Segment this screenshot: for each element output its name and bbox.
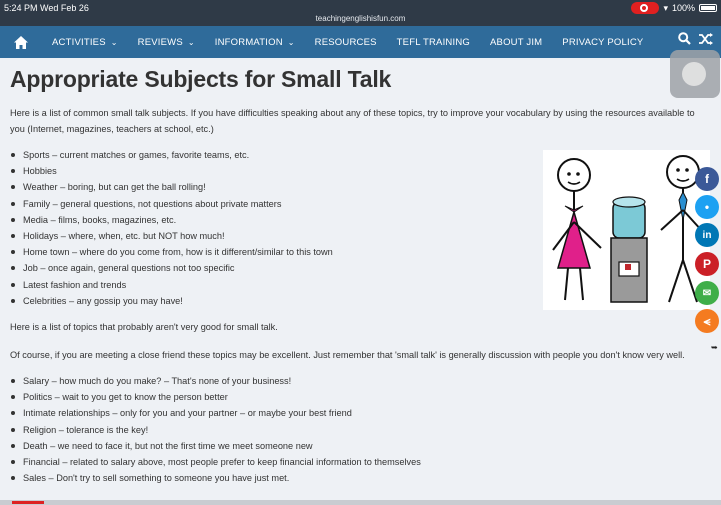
status-bar: 5:24 PM Wed Feb 26 teachingenglishisfun.… xyxy=(0,0,721,26)
status-icons: ▾ 100% xyxy=(631,2,717,14)
main-nav: ACTIVITIES ⌄ REVIEWS ⌄ INFORMATION ⌄ RES… xyxy=(0,26,721,58)
home-button[interactable] xyxy=(0,26,42,58)
nav-tools xyxy=(678,32,713,45)
facebook-share-icon[interactable]: f xyxy=(695,167,719,191)
chevron-down-icon: ⌄ xyxy=(287,37,295,47)
nav-resources-label: RESOURCES xyxy=(314,36,377,48)
shuffle-icon[interactable] xyxy=(699,32,713,45)
pinterest-share-icon[interactable]: P xyxy=(695,252,719,276)
linkedin-share-icon[interactable]: in xyxy=(695,223,719,247)
water-cooler-drawing xyxy=(552,155,704,303)
screen-record-icon[interactable] xyxy=(631,2,660,14)
nav-privacy-policy[interactable]: PRIVACY POLICY xyxy=(552,26,653,58)
share-icon[interactable]: ⪪ xyxy=(695,309,719,333)
nav-tefl-training[interactable]: TEFL TRAINING xyxy=(387,26,480,58)
list-item: Intimate relationships – only for you an… xyxy=(10,405,705,421)
chevron-down-icon: ⌄ xyxy=(187,37,195,47)
nav-activities-label: ACTIVITIES xyxy=(52,36,106,48)
email-share-icon[interactable]: ✉ xyxy=(695,281,719,305)
nav-tefl-label: TEFL TRAINING xyxy=(396,36,470,48)
list-item: Death – we need to face it, but not the … xyxy=(10,438,705,454)
collapse-share-arrow-icon[interactable]: ➥ xyxy=(711,343,718,352)
nav-reviews[interactable]: REVIEWS ⌄ xyxy=(128,26,205,58)
status-time: 5:24 PM Wed Feb 26 xyxy=(4,3,89,13)
nav-activities[interactable]: ACTIVITIES ⌄ xyxy=(42,26,128,58)
video-progress-bar[interactable] xyxy=(0,500,721,505)
chevron-down-icon: ⌄ xyxy=(110,37,118,47)
nav-about-label: ABOUT JIM xyxy=(490,36,543,48)
home-icon xyxy=(14,35,28,49)
address-bar-url[interactable]: teachingenglishisfun.com xyxy=(0,14,721,23)
battery-icon xyxy=(699,4,717,12)
nav-about-jim[interactable]: ABOUT JIM xyxy=(480,26,552,58)
nav-resources[interactable]: RESOURCES xyxy=(305,26,387,58)
search-icon[interactable] xyxy=(678,32,691,45)
wifi-icon: ▾ xyxy=(663,2,668,13)
nav-reviews-label: REVIEWS xyxy=(137,36,183,48)
bad-topics-list: Salary – how much do you make? – That's … xyxy=(10,373,705,486)
list-item: Sales – Don't try to sell something to s… xyxy=(10,470,705,486)
intro-paragraph: Here is a list of common small talk subj… xyxy=(10,108,695,134)
nav-information[interactable]: INFORMATION ⌄ xyxy=(205,26,305,58)
list-item: Religion – tolerance is the key! xyxy=(10,422,705,438)
small-talk-illustration xyxy=(543,150,710,310)
list-item: Politics – wait to you get to know the p… xyxy=(10,389,705,405)
twitter-share-icon[interactable]: • xyxy=(695,195,719,219)
friend-note: Of course, if you are meeting a close fr… xyxy=(10,350,685,361)
page-title: Appropriate Subjects for Small Talk xyxy=(10,66,392,92)
battery-percent: 100% xyxy=(671,3,695,13)
nav-privacy-label: PRIVACY POLICY xyxy=(562,36,644,48)
bad-topics-intro: Here is a list of topics that probably a… xyxy=(10,322,278,333)
list-item: Salary – how much do you make? – That's … xyxy=(10,373,705,389)
list-item: Financial – related to salary above, mos… xyxy=(10,454,705,470)
nav-information-label: INFORMATION xyxy=(214,36,283,48)
